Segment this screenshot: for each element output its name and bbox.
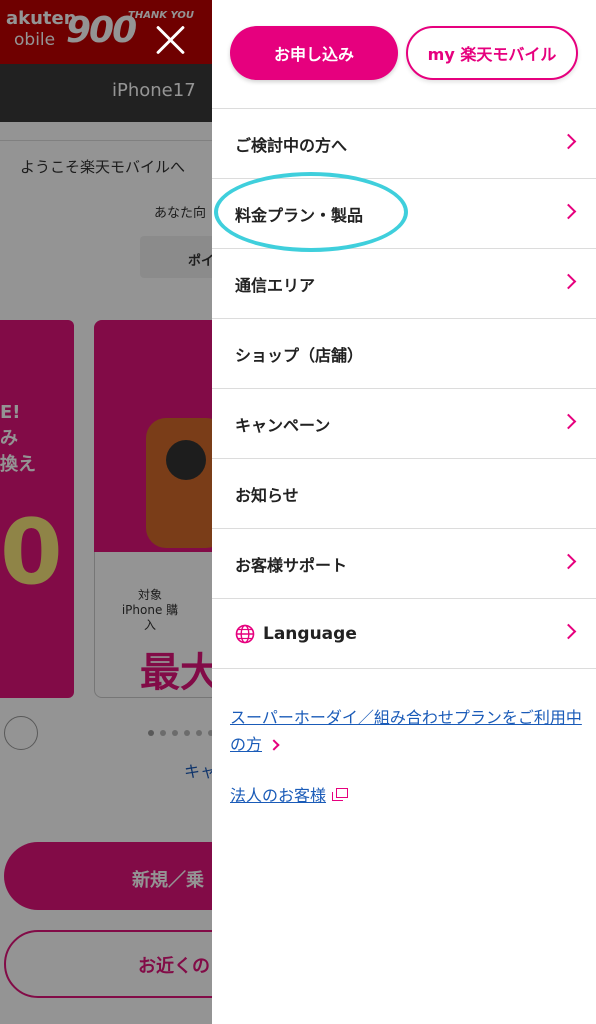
menu-item-news[interactable]: お知らせ bbox=[212, 459, 596, 529]
chevron-right-icon bbox=[560, 413, 577, 430]
menu-item-label: キャンペーン bbox=[235, 415, 331, 435]
nav-drawer: お申し込み my 楽天モバイル ご検討中の方へ 料金プラン・製品 通信エリア シ… bbox=[212, 0, 596, 1024]
globe-icon bbox=[235, 624, 255, 643]
chevron-right-icon bbox=[268, 739, 280, 751]
business-customers-link[interactable]: 法人のお客様 bbox=[230, 782, 349, 806]
chevron-right-icon bbox=[560, 553, 577, 570]
existing-users-link-text: スーパーホーダイ／組み合わせプランをご利用中の方 bbox=[230, 708, 582, 754]
chevron-right-icon bbox=[560, 623, 577, 640]
menu-item-considering[interactable]: ご検討中の方へ bbox=[212, 109, 596, 179]
dim-overlay[interactable] bbox=[0, 0, 212, 1024]
menu-item-language[interactable]: Language bbox=[212, 599, 596, 669]
menu-item-label: ご検討中の方へ bbox=[235, 135, 348, 155]
menu-item-label: お客様サポート bbox=[235, 555, 348, 575]
menu-item-label: 通信エリア bbox=[235, 275, 316, 295]
drawer-top-buttons: お申し込み my 楽天モバイル bbox=[230, 26, 580, 82]
chevron-right-icon bbox=[560, 203, 577, 220]
menu-item-plans-products[interactable]: 料金プラン・製品 bbox=[212, 179, 596, 249]
chevron-right-icon bbox=[560, 133, 577, 150]
menu-item-label: 料金プラン・製品 bbox=[235, 205, 364, 225]
close-icon[interactable] bbox=[150, 20, 190, 60]
menu-item-label: ショップ（店舗） bbox=[235, 345, 364, 365]
business-customers-link-text: 法人のお客様 bbox=[230, 786, 327, 805]
existing-users-link[interactable]: スーパーホーダイ／組み合わせプランをご利用中の方 bbox=[230, 704, 582, 758]
menu-item-shops[interactable]: ショップ（店舗） bbox=[212, 319, 596, 389]
menu-item-label: お知らせ bbox=[235, 485, 299, 505]
apply-button[interactable]: お申し込み bbox=[230, 26, 398, 80]
drawer-menu: ご検討中の方へ 料金プラン・製品 通信エリア ショップ（店舗） キャンペーン お… bbox=[212, 108, 596, 669]
menu-item-support[interactable]: お客様サポート bbox=[212, 529, 596, 599]
page: akuten obile 900 THANK YOU iPhone17 ようこそ… bbox=[0, 0, 596, 1024]
menu-item-campaign[interactable]: キャンペーン bbox=[212, 389, 596, 459]
my-rakuten-mobile-button[interactable]: my 楽天モバイル bbox=[406, 26, 578, 80]
drawer-links: スーパーホーダイ／組み合わせプランをご利用中の方 法人のお客様 bbox=[230, 704, 582, 806]
chevron-right-icon bbox=[560, 273, 577, 290]
language-label: Language bbox=[263, 623, 357, 644]
menu-item-coverage-area[interactable]: 通信エリア bbox=[212, 249, 596, 319]
external-link-icon bbox=[332, 788, 349, 802]
